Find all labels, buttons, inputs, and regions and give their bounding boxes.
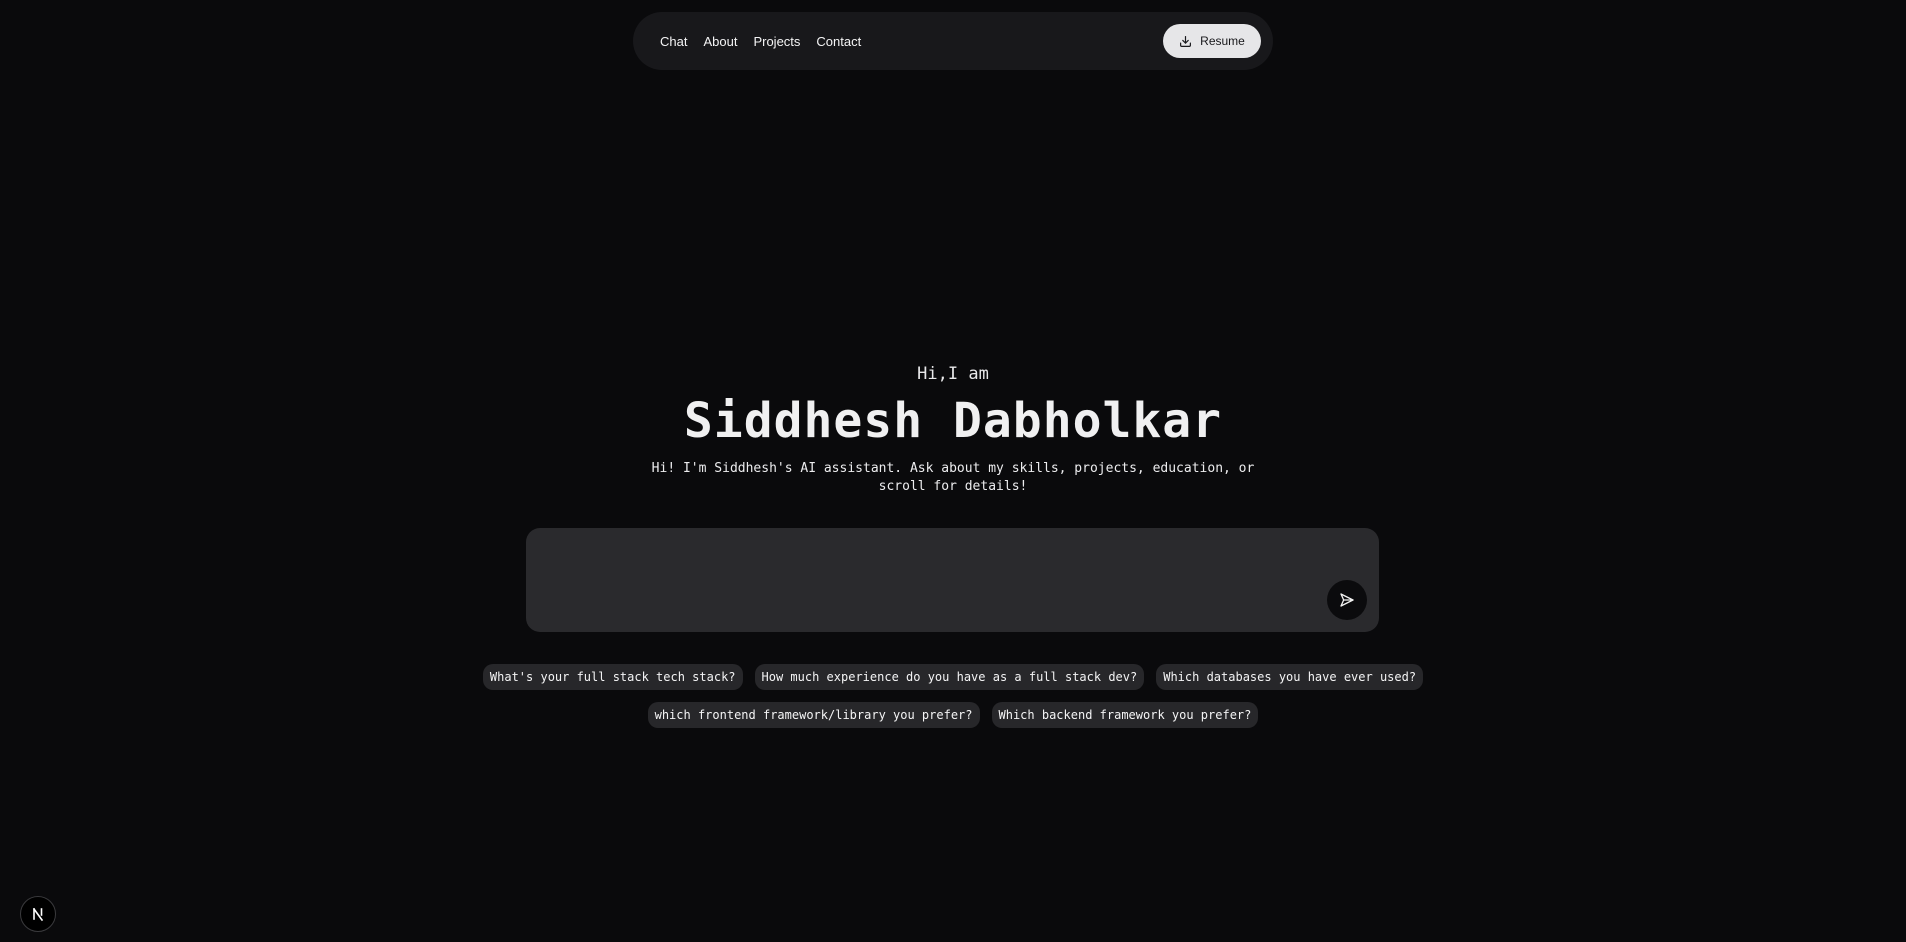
send-icon [1339,592,1355,608]
nav-link-about[interactable]: About [703,34,737,49]
nav-link-chat[interactable]: Chat [660,34,687,49]
chat-box [526,528,1379,632]
resume-button-label: Resume [1200,34,1245,48]
chat-input[interactable] [526,528,1379,632]
hero-subtitle: Hi! I'm Siddhesh's AI assistant. Ask abo… [651,461,1255,494]
nextjs-logo-icon [29,905,47,923]
suggestion-chip[interactable]: What's your full stack tech stack? [482,664,743,690]
suggestion-chip[interactable]: which frontend framework/library you pre… [647,702,980,728]
resume-button[interactable]: Resume [1163,24,1261,58]
suggestions-row-2: which frontend framework/library you pre… [0,702,1906,728]
nav-link-contact[interactable]: Contact [816,34,861,49]
suggestion-chip[interactable]: Which backend framework you prefer? [991,702,1259,728]
suggestion-chip[interactable]: Which databases you have ever used? [1156,664,1424,690]
nav-link-projects[interactable]: Projects [753,34,800,49]
suggestions-row-1: What's your full stack tech stack? How m… [0,664,1906,690]
nav-links: Chat About Projects Contact [660,34,877,49]
top-navbar: Chat About Projects Contact Resume [633,12,1273,70]
send-button[interactable] [1327,580,1367,620]
download-icon [1179,35,1192,48]
nextjs-badge[interactable] [20,896,56,932]
hero-greeting: Hi,I am [917,364,989,384]
hero-name: Siddhesh Dabholkar [683,393,1223,449]
suggestion-chip[interactable]: How much experience do you have as a ful… [754,664,1145,690]
